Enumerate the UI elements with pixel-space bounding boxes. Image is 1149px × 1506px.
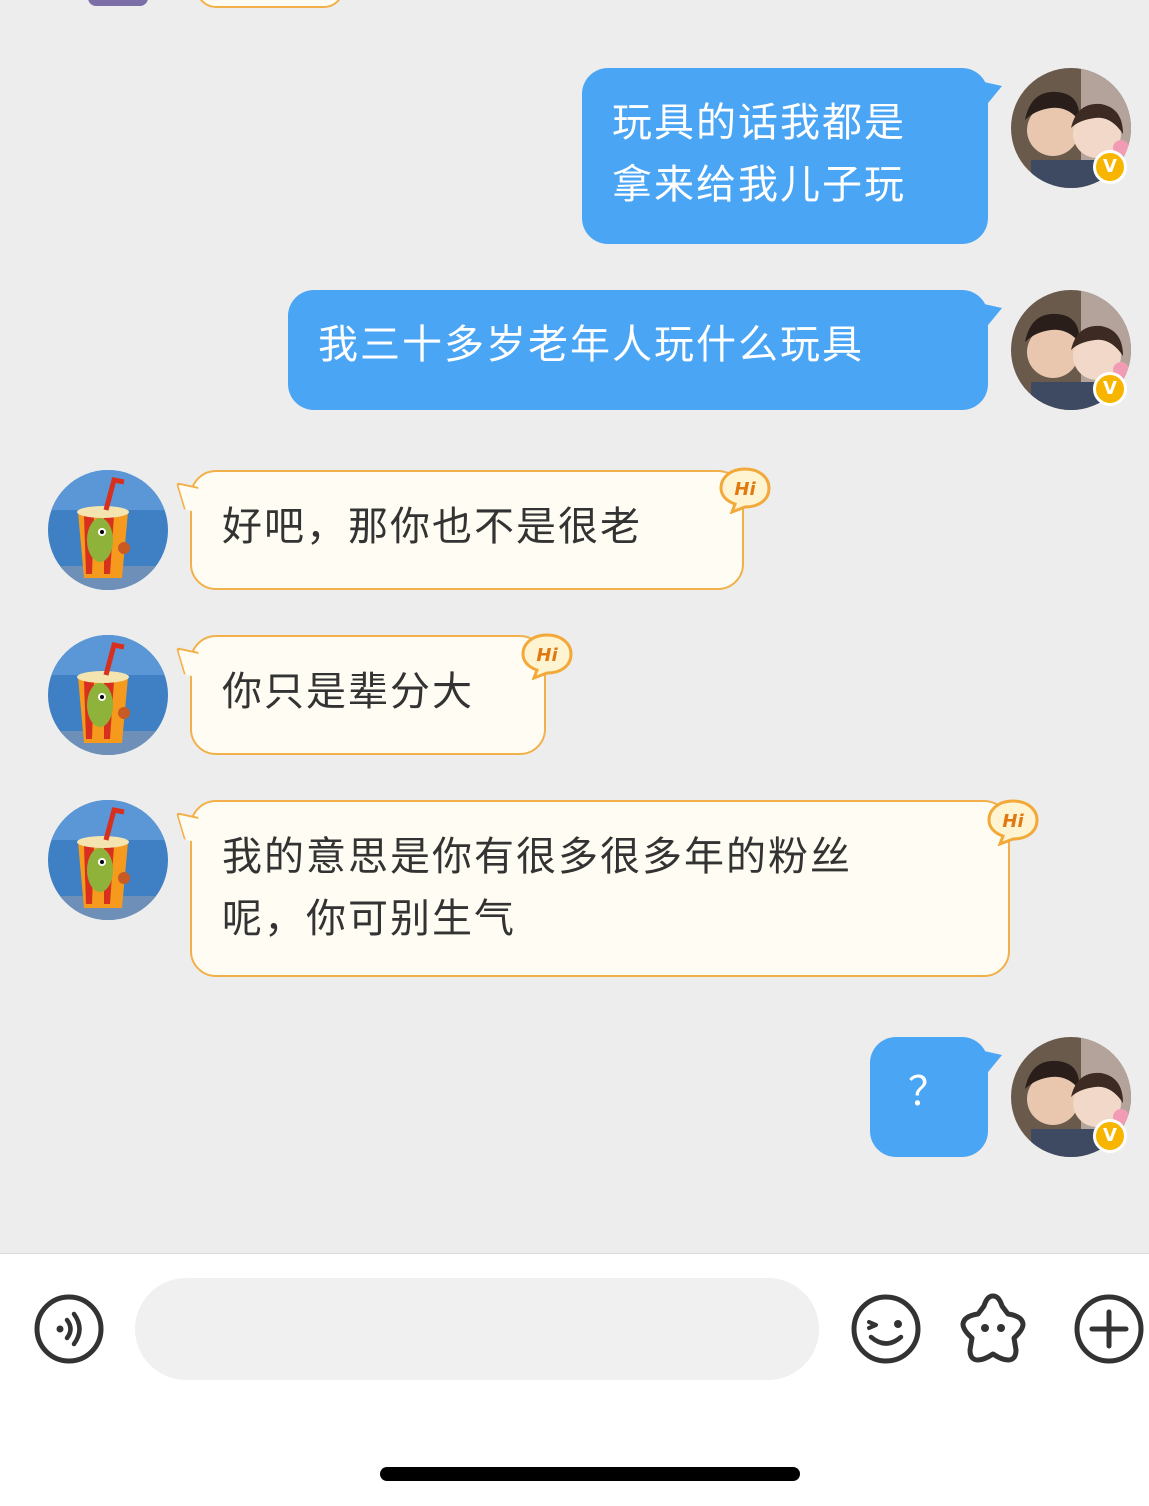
avatar-partial	[88, 0, 148, 6]
contact-avatar[interactable]	[48, 800, 168, 920]
message-bubble-outgoing[interactable]: 我三十多岁老年人玩什么玩具	[288, 290, 1002, 410]
message-bubble-incoming[interactable]: 我的意思是你有很多很多年的粉丝 呢，你可别生气	[175, 800, 1010, 977]
bubble-tail	[175, 811, 207, 845]
cartoon-cup-icon	[48, 635, 168, 755]
svg-text:Hi: Hi	[536, 645, 558, 666]
input-bar	[0, 1253, 1149, 1506]
verified-badge: V	[1093, 372, 1127, 406]
contact-avatar[interactable]	[48, 635, 168, 755]
bubble-tail	[175, 481, 207, 515]
contact-avatar[interactable]	[48, 470, 168, 590]
svg-text:Hi: Hi	[734, 479, 756, 500]
hi-badge-icon: Hi	[719, 467, 771, 514]
voice-icon[interactable]	[32, 1292, 106, 1366]
message-text-line: 呢，你可别生气	[222, 896, 516, 942]
message-bubble-incoming[interactable]: 好吧，那你也不是很老	[175, 470, 744, 590]
chat-area: 玩具的话我都是 拿来给我儿子玩 V 我三十多岁老年人玩什么玩具 V 好吧，那你也…	[0, 0, 1149, 1253]
message-bubble-outgoing[interactable]: 玩具的话我都是 拿来给我儿子玩	[582, 68, 1002, 244]
message-text-line: 好吧，那你也不是很老	[222, 504, 642, 550]
cartoon-cup-icon	[48, 800, 168, 920]
message-text-line: 拿来给我儿子玩	[612, 162, 906, 208]
message-input[interactable]	[135, 1278, 819, 1380]
message-bubble-outgoing[interactable]: ？	[870, 1037, 1002, 1157]
plus-icon[interactable]	[1072, 1292, 1146, 1366]
bubble-partial	[196, 0, 344, 8]
message-text-line: 玩具的话我都是	[612, 100, 906, 146]
verified-badge: V	[1093, 1119, 1127, 1153]
hi-badge-icon: Hi	[987, 799, 1039, 846]
emoji-icon[interactable]	[849, 1292, 923, 1366]
cartoon-cup-icon	[48, 470, 168, 590]
bubble-tail	[175, 646, 207, 680]
verified-badge: V	[1093, 150, 1127, 184]
home-indicator	[380, 1467, 800, 1481]
sticker-icon[interactable]	[956, 1290, 1030, 1364]
hi-badge-icon: Hi	[521, 633, 573, 680]
message-bubble-incoming[interactable]: 你只是辈分大	[175, 635, 546, 755]
message-text-line: 你只是辈分大	[222, 669, 474, 715]
message-text-line: ？	[908, 1069, 950, 1115]
message-text-line: 我的意思是你有很多很多年的粉丝	[222, 834, 852, 880]
message-text-line: 我三十多岁老年人玩什么玩具	[318, 322, 864, 368]
svg-text:Hi: Hi	[1002, 811, 1024, 832]
